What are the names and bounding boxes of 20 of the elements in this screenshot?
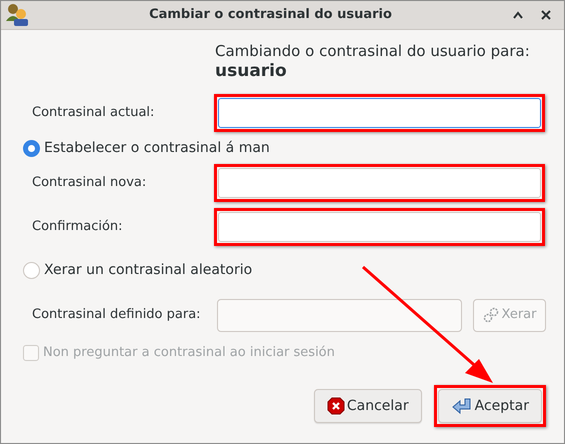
user-name: usuario	[215, 60, 288, 82]
cancel-button[interactable]: Cancelar	[314, 389, 422, 423]
field-label: Contrasinal definido para:	[31, 306, 202, 324]
field-label: Contrasinal nova:	[31, 174, 148, 192]
radio-button[interactable]	[23, 140, 40, 156]
users-icon	[5, 3, 29, 27]
window-title: Cambiar o contrasinal do usuario	[148, 6, 393, 24]
field-label: Confirmación:	[31, 218, 124, 236]
heading-text: Cambiando o contrasinal do usuario para:	[215, 42, 531, 60]
maximize-icon[interactable]	[512, 10, 524, 20]
checkbox-label: Non preguntar a contrasinal ao iniciar sesión	[43, 344, 335, 362]
password-field[interactable]	[217, 298, 462, 332]
close-icon[interactable]	[540, 9, 552, 21]
accept-button[interactable]: Aceptar	[438, 389, 542, 423]
field-label: Contrasinal actual:	[31, 104, 156, 122]
radio-label: Estabelecer o contrasinal á man	[44, 138, 270, 158]
radio-button[interactable]	[23, 262, 40, 278]
cancel-icon	[326, 397, 345, 415]
radio-label: Xerar un contrasinal aleatorio	[44, 260, 252, 280]
return-arrow-icon	[450, 397, 473, 415]
